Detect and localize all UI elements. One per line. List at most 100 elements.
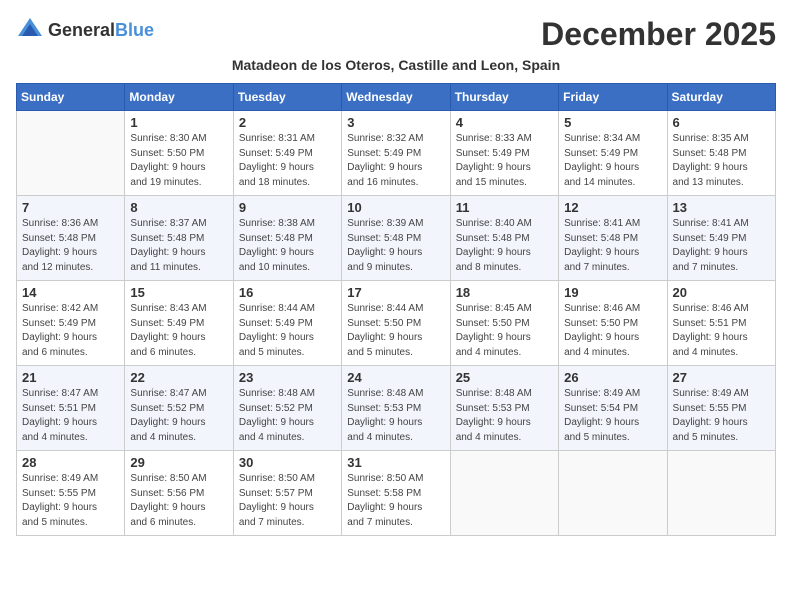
calendar-cell: 3Sunrise: 8:32 AM Sunset: 5:49 PM Daylig…	[342, 111, 450, 196]
day-info: Sunrise: 8:42 AM Sunset: 5:49 PM Dayligh…	[22, 302, 119, 360]
logo: General Blue	[16, 16, 154, 44]
calendar-cell: 26 Sunrise: 8:49 AM Sunset: 5:54 PM Dayli…	[559, 366, 667, 451]
day-info: Sunrise: 8:50 AM Sunset: 5:57 PM Dayligh…	[239, 472, 336, 530]
day-info: Sunrise: 8:49 AM Sunset: 5:54 PM Dayligh…	[564, 387, 661, 445]
calendar-cell: 25Sunrise: 8:48 AM Sunset: 5:53 PM Dayli…	[450, 366, 558, 451]
week-row-3: 21 Sunrise: 8:47 AM Sunset: 5:51 PM Dayli…	[17, 366, 776, 451]
header-day-wednesday: Wednesday	[342, 84, 450, 111]
day-number: 5	[564, 115, 661, 130]
calendar-cell: 5 Sunrise: 8:34 AM Sunset: 5:49 PM Daylig…	[559, 111, 667, 196]
day-number: 22	[130, 370, 227, 385]
header-day-friday: Friday	[559, 84, 667, 111]
day-info: Sunrise: 8:31 AM Sunset: 5:49 PM Dayligh…	[239, 132, 336, 190]
calendar-cell: 6 Sunrise: 8:35 AM Sunset: 5:48 PM Daylig…	[667, 111, 775, 196]
day-number: 15	[130, 285, 227, 300]
day-info: Sunrise: 8:49 AM Sunset: 5:55 PM Dayligh…	[673, 387, 770, 445]
calendar-cell: 14Sunrise: 8:42 AM Sunset: 5:49 PM Dayli…	[17, 281, 125, 366]
calendar-cell: 1Sunrise: 8:30 AM Sunset: 5:50 PM Daylig…	[125, 111, 233, 196]
day-info: Sunrise: 8:47 AM Sunset: 5:51 PM Dayligh…	[22, 387, 119, 445]
week-row-1: 7 Sunrise: 8:36 AM Sunset: 5:48 PM Daylig…	[17, 196, 776, 281]
calendar-cell: 28 Sunrise: 8:49 AM Sunset: 5:55 PM Dayli…	[17, 451, 125, 536]
day-info: Sunrise: 8:48 AM Sunset: 5:52 PM Dayligh…	[239, 387, 336, 445]
page-subtitle: Matadeon de los Oteros, Castille and Leo…	[16, 57, 776, 73]
day-number: 20	[673, 285, 770, 300]
calendar-cell: 2 Sunrise: 8:31 AM Sunset: 5:49 PM Daylig…	[233, 111, 341, 196]
day-info: Sunrise: 8:35 AM Sunset: 5:48 PM Dayligh…	[673, 132, 770, 190]
day-number: 7	[22, 200, 119, 215]
day-info: Sunrise: 8:36 AM Sunset: 5:48 PM Dayligh…	[22, 217, 119, 275]
calendar-cell: 17 Sunrise: 8:44 AM Sunset: 5:50 PM Dayli…	[342, 281, 450, 366]
calendar-cell: 24Sunrise: 8:48 AM Sunset: 5:53 PM Dayli…	[342, 366, 450, 451]
calendar-cell: 8Sunrise: 8:37 AM Sunset: 5:48 PM Daylig…	[125, 196, 233, 281]
header-row: SundayMondayTuesdayWednesdayThursdayFrid…	[17, 84, 776, 111]
day-number: 3	[347, 115, 444, 130]
day-number: 23	[239, 370, 336, 385]
day-number: 16	[239, 285, 336, 300]
calendar-cell: 9 Sunrise: 8:38 AM Sunset: 5:48 PM Daylig…	[233, 196, 341, 281]
day-info: Sunrise: 8:41 AM Sunset: 5:49 PM Dayligh…	[673, 217, 770, 275]
day-info: Sunrise: 8:33 AM Sunset: 5:49 PM Dayligh…	[456, 132, 553, 190]
header-day-sunday: Sunday	[17, 84, 125, 111]
day-info: Sunrise: 8:44 AM Sunset: 5:49 PM Dayligh…	[239, 302, 336, 360]
day-number: 29	[130, 455, 227, 470]
calendar-cell: 22 Sunrise: 8:47 AM Sunset: 5:52 PM Dayli…	[125, 366, 233, 451]
day-number: 28	[22, 455, 119, 470]
day-number: 18	[456, 285, 553, 300]
day-number: 8	[130, 200, 227, 215]
day-number: 10	[347, 200, 444, 215]
calendar-cell: 12 Sunrise: 8:41 AM Sunset: 5:48 PM Dayli…	[559, 196, 667, 281]
day-number: 26	[564, 370, 661, 385]
day-info: Sunrise: 8:46 AM Sunset: 5:51 PM Dayligh…	[673, 302, 770, 360]
day-info: Sunrise: 8:50 AM Sunset: 5:56 PM Dayligh…	[130, 472, 227, 530]
day-number: 12	[564, 200, 661, 215]
calendar-cell	[667, 451, 775, 536]
day-info: Sunrise: 8:49 AM Sunset: 5:55 PM Dayligh…	[22, 472, 119, 530]
header-day-tuesday: Tuesday	[233, 84, 341, 111]
logo-general: General	[48, 21, 115, 39]
week-row-2: 14Sunrise: 8:42 AM Sunset: 5:49 PM Dayli…	[17, 281, 776, 366]
day-number: 9	[239, 200, 336, 215]
day-info: Sunrise: 8:40 AM Sunset: 5:48 PM Dayligh…	[456, 217, 553, 275]
calendar-cell: 13 Sunrise: 8:41 AM Sunset: 5:49 PM Dayli…	[667, 196, 775, 281]
calendar-body: 1Sunrise: 8:30 AM Sunset: 5:50 PM Daylig…	[17, 111, 776, 536]
day-number: 19	[564, 285, 661, 300]
day-number: 21	[22, 370, 119, 385]
calendar-cell: 21 Sunrise: 8:47 AM Sunset: 5:51 PM Dayli…	[17, 366, 125, 451]
day-number: 11	[456, 200, 553, 215]
day-info: Sunrise: 8:46 AM Sunset: 5:50 PM Dayligh…	[564, 302, 661, 360]
calendar-cell: 19 Sunrise: 8:46 AM Sunset: 5:50 PM Dayli…	[559, 281, 667, 366]
day-number: 17	[347, 285, 444, 300]
day-info: Sunrise: 8:48 AM Sunset: 5:53 PM Dayligh…	[456, 387, 553, 445]
calendar-cell: 15 Sunrise: 8:43 AM Sunset: 5:49 PM Dayli…	[125, 281, 233, 366]
day-info: Sunrise: 8:50 AM Sunset: 5:58 PM Dayligh…	[347, 472, 444, 530]
day-number: 30	[239, 455, 336, 470]
header-day-monday: Monday	[125, 84, 233, 111]
header: General Blue December 2025	[16, 16, 776, 53]
header-day-thursday: Thursday	[450, 84, 558, 111]
day-info: Sunrise: 8:34 AM Sunset: 5:49 PM Dayligh…	[564, 132, 661, 190]
page-title: December 2025	[541, 16, 776, 53]
calendar-cell: 29 Sunrise: 8:50 AM Sunset: 5:56 PM Dayli…	[125, 451, 233, 536]
day-info: Sunrise: 8:38 AM Sunset: 5:48 PM Dayligh…	[239, 217, 336, 275]
calendar-cell: 31 Sunrise: 8:50 AM Sunset: 5:58 PM Dayli…	[342, 451, 450, 536]
logo-blue: Blue	[115, 21, 154, 39]
day-number: 13	[673, 200, 770, 215]
day-number: 2	[239, 115, 336, 130]
day-info: Sunrise: 8:47 AM Sunset: 5:52 PM Dayligh…	[130, 387, 227, 445]
day-info: Sunrise: 8:41 AM Sunset: 5:48 PM Dayligh…	[564, 217, 661, 275]
week-row-0: 1Sunrise: 8:30 AM Sunset: 5:50 PM Daylig…	[17, 111, 776, 196]
day-info: Sunrise: 8:44 AM Sunset: 5:50 PM Dayligh…	[347, 302, 444, 360]
logo-text: General Blue	[48, 21, 154, 39]
calendar-cell: 11 Sunrise: 8:40 AM Sunset: 5:48 PM Dayli…	[450, 196, 558, 281]
day-info: Sunrise: 8:43 AM Sunset: 5:49 PM Dayligh…	[130, 302, 227, 360]
calendar-cell: 7 Sunrise: 8:36 AM Sunset: 5:48 PM Daylig…	[17, 196, 125, 281]
day-number: 1	[130, 115, 227, 130]
day-number: 31	[347, 455, 444, 470]
calendar-cell	[17, 111, 125, 196]
day-number: 6	[673, 115, 770, 130]
day-info: Sunrise: 8:39 AM Sunset: 5:48 PM Dayligh…	[347, 217, 444, 275]
week-row-4: 28 Sunrise: 8:49 AM Sunset: 5:55 PM Dayli…	[17, 451, 776, 536]
calendar-header: SundayMondayTuesdayWednesdayThursdayFrid…	[17, 84, 776, 111]
logo-icon	[16, 16, 44, 44]
day-number: 4	[456, 115, 553, 130]
